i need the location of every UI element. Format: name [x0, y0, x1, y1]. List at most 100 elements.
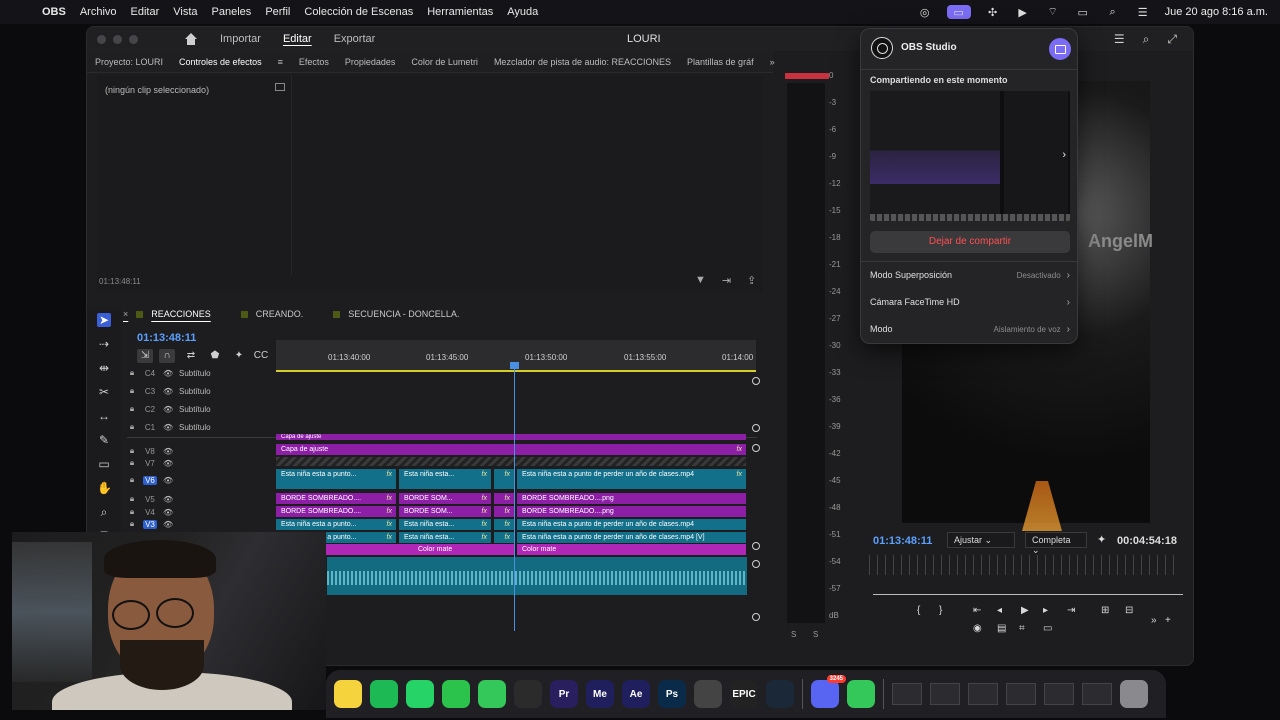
lock-icon[interactable]: 🔒︎: [127, 494, 137, 504]
panel-toggle-icon[interactable]: [275, 83, 285, 91]
track-name[interactable]: C2: [143, 405, 157, 414]
zoom-tool-icon[interactable]: ⌕: [97, 505, 111, 519]
overlay-mode-row[interactable]: Modo Superposición Desactivado ›: [870, 267, 1070, 283]
clip-capa-top[interactable]: Capa de ajuste: [276, 434, 746, 440]
minimized-window-thumbnail[interactable]: [968, 683, 998, 705]
clip-capa-ajuste[interactable]: Capa de ajuste fx: [276, 444, 746, 455]
obs-icon[interactable]: [514, 680, 542, 708]
whatsapp-icon[interactable]: [406, 680, 434, 708]
eye-icon[interactable]: 👁︎: [163, 405, 173, 414]
track-select-tool-icon[interactable]: ⇢: [97, 337, 111, 351]
minimized-window-thumbnail[interactable]: [1044, 683, 1074, 705]
tab-importar[interactable]: Importar: [220, 33, 261, 45]
obs-status-icon[interactable]: ◎: [917, 5, 933, 19]
menu-archivo[interactable]: Archivo: [80, 6, 117, 18]
scroll-handle[interactable]: [752, 424, 760, 432]
lock-icon[interactable]: 🔒︎: [127, 458, 137, 468]
mark-in-icon[interactable]: {: [917, 605, 920, 616]
clip-v3-c[interactable]: Esta niña esta a punto de perder un año …: [517, 519, 746, 530]
close-window-button[interactable]: [97, 34, 106, 44]
ripple-tool-icon[interactable]: ⇹: [97, 361, 111, 375]
eye-icon[interactable]: 👁︎: [163, 495, 173, 504]
clip-v4-b[interactable]: BORDE SOM... fx: [399, 506, 491, 517]
linked-selection-icon[interactable]: ⇄: [183, 349, 199, 363]
clip-v3-gap[interactable]: fx: [494, 519, 514, 530]
settings-wrench-icon[interactable]: ✦: [231, 349, 247, 363]
clip-v5-c[interactable]: BORDE SOMBREADO....png: [517, 493, 746, 504]
screen-share-icon[interactable]: ▭: [946, 5, 971, 19]
menu-vista[interactable]: Vista: [173, 6, 197, 18]
step-forward-icon[interactable]: ▸: [1043, 605, 1048, 616]
stage-manager-icon[interactable]: ✣: [985, 5, 1001, 19]
add-button-icon[interactable]: +: [1165, 615, 1171, 626]
clip-v4-gap[interactable]: fx: [494, 506, 514, 517]
tab-propiedades[interactable]: Propiedades: [337, 57, 404, 67]
add-marker-icon[interactable]: ⬟: [207, 349, 223, 363]
selection-tool-icon[interactable]: ➤: [97, 313, 111, 327]
snap-icon[interactable]: ∩: [159, 349, 175, 363]
tab-plantillas[interactable]: Plantillas de gráf: [679, 57, 762, 67]
sequence-tab-doncella[interactable]: SECUENCIA - DONCELLA.: [333, 309, 479, 319]
notes-icon[interactable]: [334, 680, 362, 708]
quick-search-icon[interactable]: ⌕: [1143, 32, 1150, 47]
clock[interactable]: Jue 20 ago 8:16 a.m.: [1165, 6, 1268, 18]
sequence-tab-reacciones[interactable]: × REACCIONES: [123, 309, 231, 319]
discord-icon[interactable]: 3245: [811, 675, 846, 708]
lock-icon[interactable]: 🔒︎: [127, 422, 137, 432]
more-controls-icon[interactable]: »: [1151, 615, 1157, 626]
clip-mate-b[interactable]: Color mate: [413, 544, 514, 555]
camera-row[interactable]: Cámara FaceTime HD ›: [870, 294, 1070, 310]
clip-v6-c[interactable]: Esta niña esta a punto de perder un año …: [517, 469, 746, 489]
messages-icon[interactable]: [478, 680, 506, 708]
play-icon[interactable]: ▶: [1015, 5, 1031, 19]
tab-proyecto[interactable]: Proyecto: LOURI: [87, 57, 171, 67]
spotify-icon[interactable]: [370, 680, 398, 708]
menu-app[interactable]: OBS: [42, 6, 66, 18]
track-name[interactable]: V7: [143, 459, 157, 468]
clip-v3-b[interactable]: Esta niña esta... fx: [399, 519, 491, 530]
eye-icon[interactable]: 👁︎: [163, 476, 173, 485]
search-icon[interactable]: ⌕: [1105, 5, 1121, 19]
audio-clip[interactable]: [327, 557, 747, 595]
premiere-icon[interactable]: Pr: [550, 680, 578, 708]
work-area-bar[interactable]: [276, 370, 756, 372]
lock-icon[interactable]: 🔒︎: [127, 519, 137, 529]
battery-icon[interactable]: ▭: [1075, 5, 1091, 19]
lock-icon[interactable]: 🔒︎: [127, 475, 137, 485]
hand-tool-icon[interactable]: ✋: [97, 481, 112, 495]
shared-screen-preview[interactable]: ›: [870, 91, 1070, 221]
monitor-ruler[interactable]: [869, 555, 1179, 575]
clip-v5-b[interactable]: BORDE SOM... fx: [399, 493, 491, 504]
clip-v4-c[interactable]: BORDE SOMBREADO....png: [517, 506, 746, 517]
menu-editar[interactable]: Editar: [131, 6, 160, 18]
clip-v2-c[interactable]: Esta niña esta a punto de perder un año …: [517, 532, 746, 543]
steam-icon[interactable]: [766, 680, 794, 708]
fullscreen-icon[interactable]: ⤢: [1167, 32, 1177, 47]
track-name[interactable]: V3: [143, 519, 157, 529]
scroll-handle[interactable]: [752, 377, 760, 385]
clip-v3-a[interactable]: Esta niña esta a punto... fx: [276, 519, 396, 530]
clip-mate-c[interactable]: Color mate: [517, 544, 746, 555]
camera-icon[interactable]: ◉: [973, 623, 982, 634]
wifi-icon[interactable]: ⌔: [1045, 5, 1061, 19]
clip-v4-a[interactable]: BORDE SOMBREADO.... fx: [276, 506, 396, 517]
minimized-window-thumbnail[interactable]: [892, 683, 922, 705]
chevron-right-icon[interactable]: ›: [1062, 149, 1066, 161]
export-frame-icon[interactable]: ⇥: [722, 274, 731, 287]
mark-out-icon[interactable]: }: [939, 605, 942, 616]
menu-paneles[interactable]: Paneles: [212, 6, 252, 18]
epic-games-icon[interactable]: EPIC: [730, 680, 758, 708]
nest-toggle-icon[interactable]: ⇲: [137, 349, 153, 363]
fit-select[interactable]: Ajustar ⌄: [947, 532, 1015, 548]
facetime-icon[interactable]: [442, 680, 470, 708]
extract-icon[interactable]: ⊟: [1125, 605, 1133, 616]
step-back-icon[interactable]: ◂: [997, 605, 1002, 616]
wrench-icon[interactable]: ✦: [1097, 533, 1106, 546]
eye-icon[interactable]: 👁︎: [163, 520, 173, 529]
monitor-timecode[interactable]: 01:13:48:11: [873, 535, 932, 547]
davinci-icon[interactable]: [694, 680, 722, 708]
minimized-window-thumbnail[interactable]: [1006, 683, 1036, 705]
lift-icon[interactable]: ⊞: [1101, 605, 1109, 616]
go-to-out-icon[interactable]: ⇥: [1067, 605, 1075, 616]
clip-v5-gap[interactable]: fx: [494, 493, 514, 504]
